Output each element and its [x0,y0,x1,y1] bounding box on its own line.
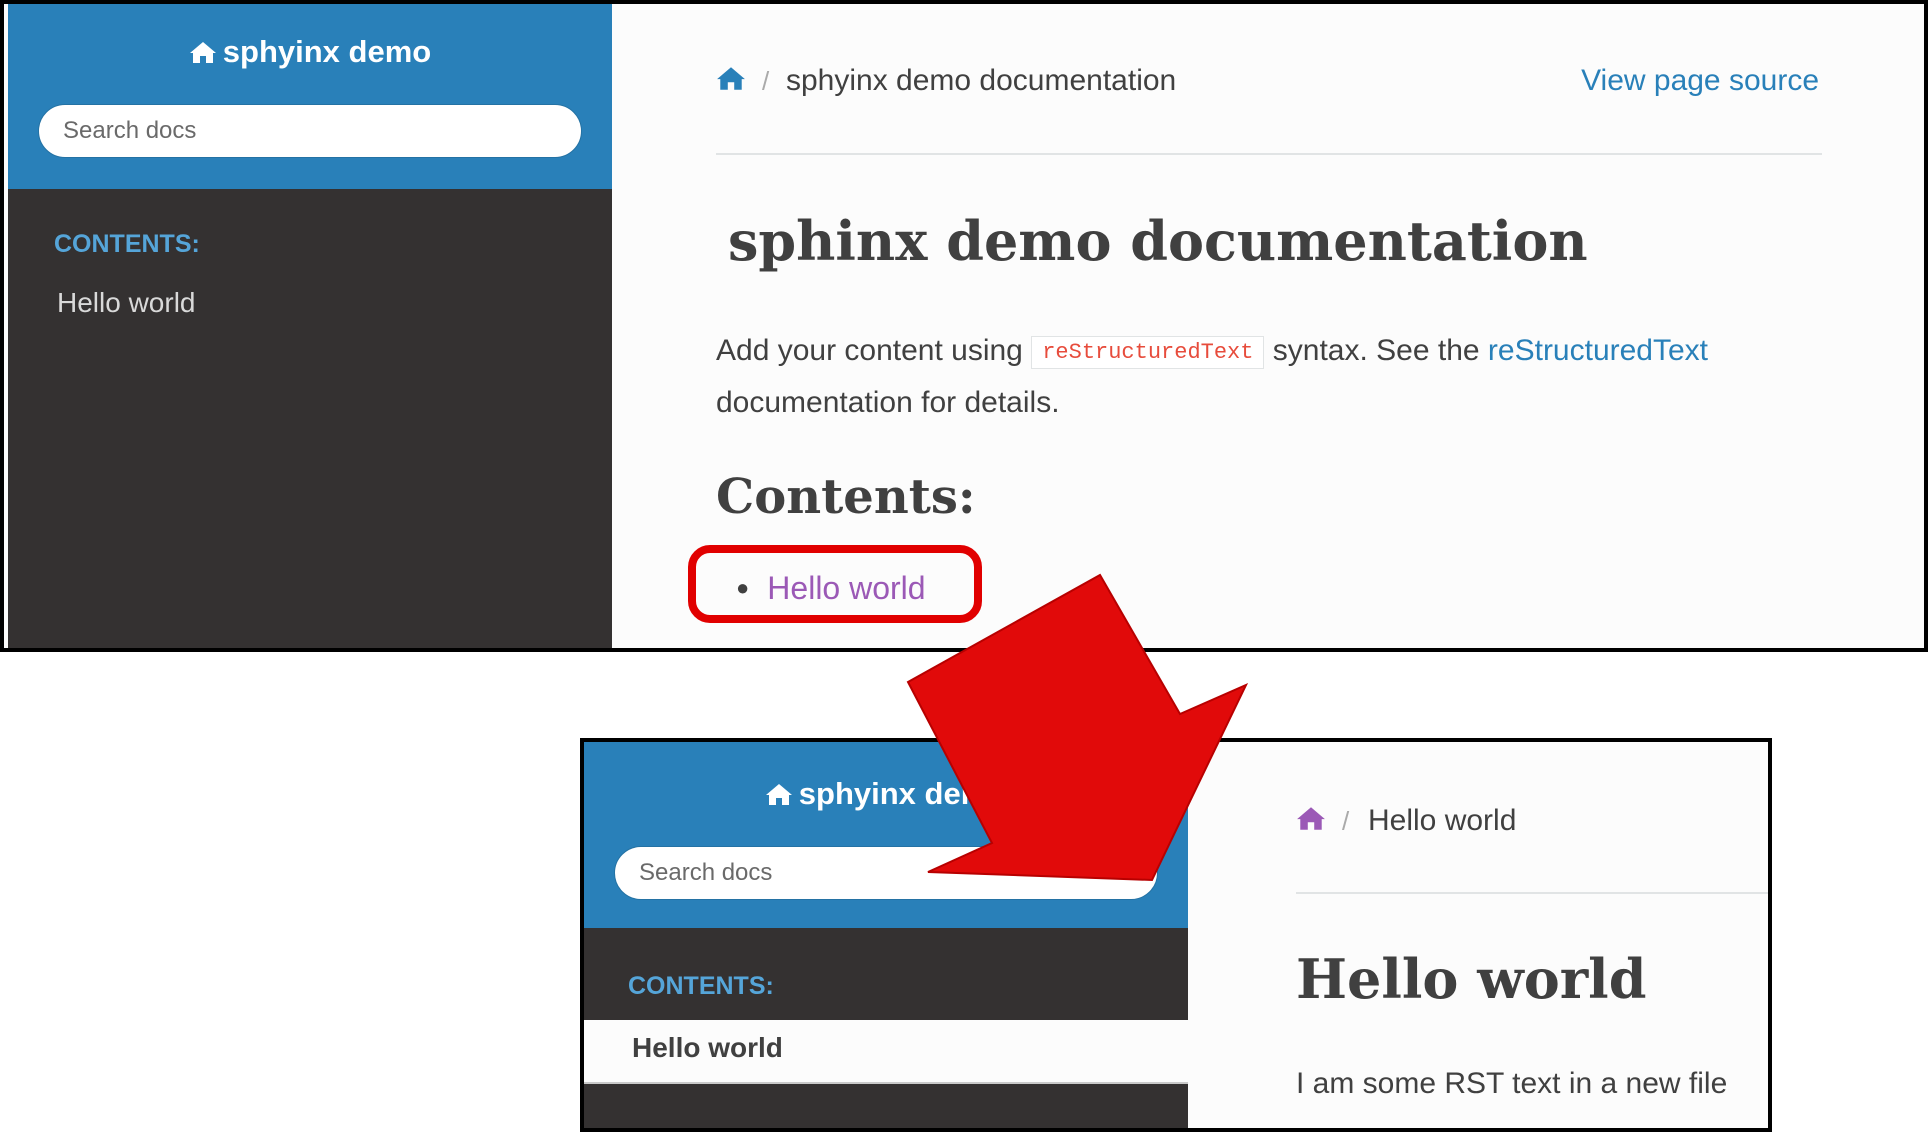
intro-paragraph: Add your content using reStructuredText … [716,326,1836,428]
view-page-source-link[interactable]: View page source [1581,64,1819,98]
sidebar: sphyinx demo Search docs CONTENTS: Hello… [8,4,612,648]
contents-heading: Contents: [716,469,976,525]
click-highlight-box [688,545,982,623]
breadcrumb-current: sphyinx demo documentation [786,64,1177,97]
home-icon [765,784,792,805]
project-name: sphyinx demo [798,776,1008,811]
restructuredtext-link[interactable]: reStructuredText [1488,334,1708,367]
breadcrumb-current: Hello world [1368,804,1517,837]
sidebar-item-label: Hello world [632,1032,783,1063]
search-input[interactable]: Search docs [38,104,582,158]
project-home-link[interactable]: sphyinx demo [8,34,612,70]
search-placeholder: Search docs [63,117,197,144]
home-icon [189,42,216,63]
main-content: / Hello world Hello world I am some RST … [1192,742,1768,1128]
sidebar: sphyinx demo Search docs CONTENTS: Hello… [584,742,1188,1128]
after-screenshot-panel: sphyinx demo Search docs CONTENTS: Hello… [580,738,1772,1132]
sidebar-caption: CONTENTS: [628,972,774,1000]
sidebar-header: sphyinx demo Search docs [584,742,1188,928]
inline-code: reStructuredText [1031,336,1265,369]
project-name: sphyinx demo [222,34,432,69]
sidebar-item-hello-world[interactable]: Hello world [57,287,196,319]
intro-text-1: Add your content using [716,334,1032,367]
sidebar-item-hello-world-current[interactable]: Hello world [584,1020,1188,1084]
breadcrumb-separator: / [1342,806,1350,836]
page-title: sphinx demo documentation [728,209,1588,273]
intro-text-3: documentation for details. [716,386,1060,419]
breadcrumb-home-icon[interactable] [716,65,746,96]
breadcrumb-divider [1296,892,1768,894]
project-home-link[interactable]: sphyinx demo [584,776,1188,812]
page-title: Hello world [1296,947,1647,1011]
intro-text-2: syntax. See the [1264,334,1488,367]
sidebar-caption: CONTENTS: [54,230,200,258]
search-input[interactable]: Search docs [614,846,1158,900]
body-paragraph: I am some RST text in a new file [1296,1067,1728,1100]
sidebar-header: sphyinx demo Search docs [8,4,612,189]
breadcrumb-separator: / [762,66,770,96]
breadcrumb-home-icon[interactable] [1296,805,1326,836]
breadcrumb-divider [716,153,1822,155]
search-placeholder: Search docs [639,859,773,886]
